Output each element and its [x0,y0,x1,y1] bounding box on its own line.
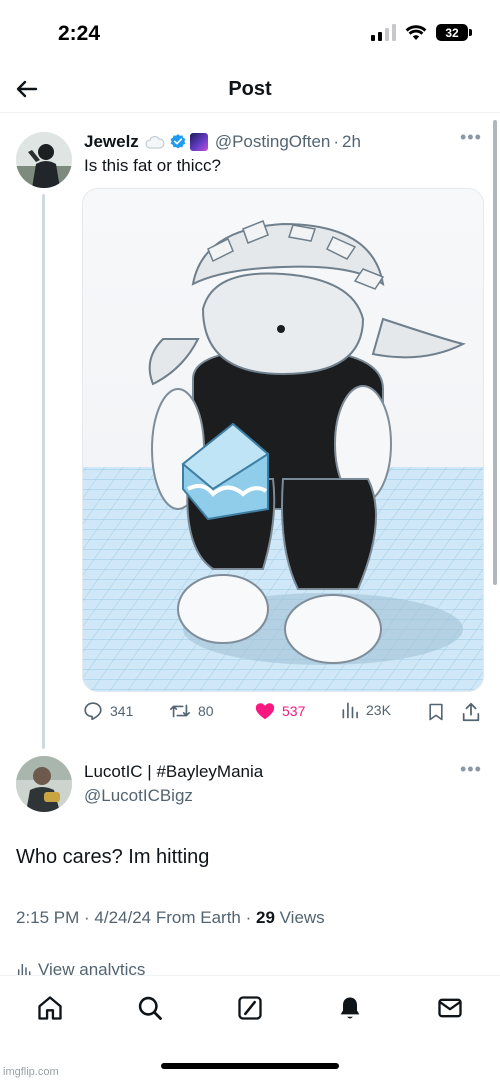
avatar[interactable] [16,132,72,188]
post-header: Post [0,66,500,112]
status-icons: 32 [371,24,472,41]
reply-button[interactable]: 341 [82,700,133,722]
reply-count: 341 [110,703,134,719]
like-count: 537 [282,703,306,719]
more-options-icon[interactable]: ••• [460,128,484,150]
status-bar: 2:24 32 [0,0,500,66]
nav-grok[interactable] [234,992,266,1024]
wifi-icon [405,25,427,40]
reply-author-name[interactable]: LucotIC | #BayleyMania [84,762,263,782]
nav-search[interactable] [134,992,166,1024]
tweet-text: Is this fat or thicc? [84,156,221,175]
reply-icon [84,702,102,721]
affiliate-badge-icon [189,133,208,151]
thread-line [42,194,45,749]
like-button[interactable]: 537 [254,700,305,722]
scrollbar[interactable] [493,120,497,585]
reply-avatar-photo [16,756,72,812]
share-icon[interactable] [460,701,482,723]
header-divider [0,112,500,113]
repost-count: 80 [198,703,214,719]
heart-filled-icon [255,703,275,720]
reply-more-options-icon[interactable]: ••• [460,760,484,782]
cellular-signal-icon [371,24,396,41]
nav-messages[interactable] [434,992,466,1024]
author-handle[interactable]: @PostingOften [215,132,331,152]
views-bar-chart-icon [342,702,358,719]
nav-home[interactable] [34,992,66,1024]
post-timestamp: 2:15 PM · 4/24/24 From Earth · [16,908,256,927]
repost-button[interactable]: 80 [168,700,214,722]
tweet-media-image [83,189,483,691]
repost-icon [170,704,190,718]
post-meta: 2:15 PM · 4/24/24 From Earth · 29 Views [16,908,325,928]
tweet-header: Jewelz @PostingOften · 2h [84,131,480,153]
nav-notifications[interactable] [334,992,366,1024]
status-time: 2:24 [58,22,101,45]
post-views-count: 29 [255,908,275,927]
views-button[interactable]: 23K [340,700,391,720]
views-count: 23K [366,702,391,718]
home-icon [38,996,62,1020]
cloud-emoji-icon [145,136,165,149]
battery-indicator: 32 [436,24,472,41]
reply-text: Who cares? Im hitting [16,846,210,868]
verified-badge-icon [170,134,186,149]
avatar-photo [16,132,72,188]
separator-dot: · [333,132,340,151]
search-icon [138,996,162,1020]
home-indicator[interactable] [161,1063,339,1069]
grok-icon [238,996,262,1020]
reply-author-handle[interactable]: @LucotICBigz [84,786,193,806]
post-views-label: Views [274,908,325,927]
notifications-icon [340,997,360,1019]
time-ago[interactable]: 2h [342,132,361,152]
messages-icon [438,998,462,1018]
tweet-media[interactable] [82,188,484,692]
reply-avatar[interactable] [16,756,72,812]
page-title: Post [228,78,272,100]
watermark: imgflip.com [2,1066,60,1078]
tweet-actions: 341 80 537 23K [82,700,484,726]
author-name[interactable]: Jewelz [84,132,139,152]
bookmark-icon[interactable] [426,701,446,723]
